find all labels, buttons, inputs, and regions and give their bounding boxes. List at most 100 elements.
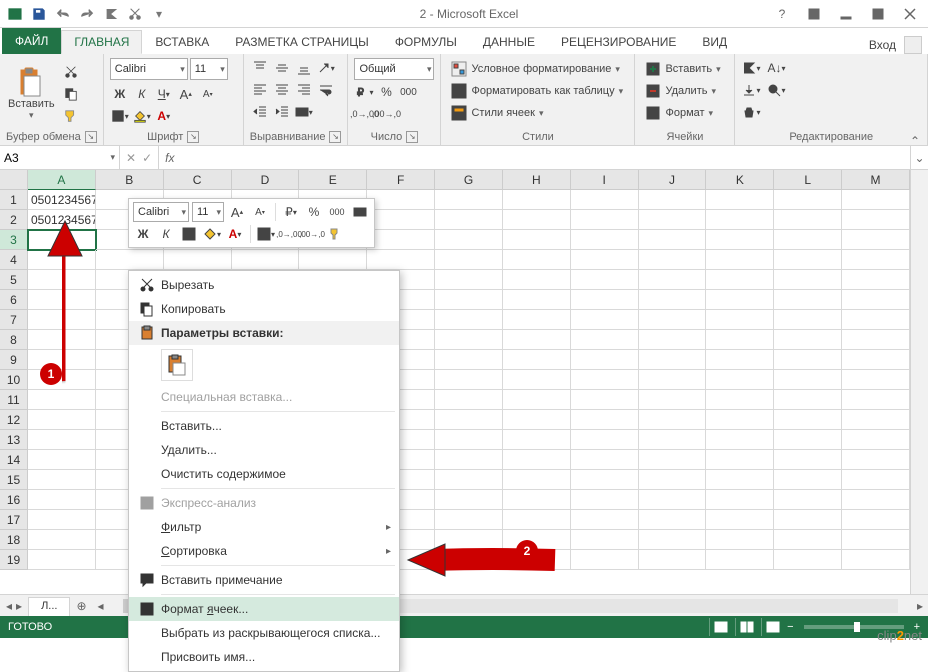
mini-border-button[interactable]: ▾ — [256, 224, 276, 244]
cell-H10[interactable] — [503, 370, 571, 390]
zoom-out-icon[interactable]: − — [787, 621, 793, 633]
alignment-launcher-icon[interactable]: ↘ — [329, 131, 341, 143]
cell-G11[interactable] — [435, 390, 503, 410]
cell-J13[interactable] — [639, 430, 707, 450]
cell-H16[interactable] — [503, 490, 571, 510]
ctx-sort[interactable]: Сортировка ▸ — [129, 539, 399, 563]
cell-K7[interactable] — [706, 310, 774, 330]
cell-B4[interactable] — [96, 250, 164, 270]
row-header-11[interactable]: 11 — [0, 390, 28, 410]
hscroll-left-icon[interactable]: ◂ — [93, 598, 109, 614]
ctx-delete[interactable]: Удалить... — [129, 438, 399, 462]
cell-A4[interactable] — [28, 250, 96, 270]
column-header-K[interactable]: K — [706, 170, 774, 190]
page-break-view-icon[interactable] — [761, 618, 783, 636]
cell-A6[interactable] — [28, 290, 96, 310]
cell-G4[interactable] — [435, 250, 503, 270]
row-header-15[interactable]: 15 — [0, 470, 28, 490]
cell-M14[interactable] — [842, 450, 910, 470]
cell-H14[interactable] — [503, 450, 571, 470]
cell-K13[interactable] — [706, 430, 774, 450]
tab-view[interactable]: ВИД — [689, 30, 740, 54]
row-header-13[interactable]: 13 — [0, 430, 28, 450]
mini-merge-button[interactable] — [350, 202, 370, 222]
row-header-7[interactable]: 7 — [0, 310, 28, 330]
cell-J9[interactable] — [639, 350, 707, 370]
cell-G1[interactable] — [435, 190, 503, 210]
close-icon[interactable] — [896, 3, 924, 25]
cell-K9[interactable] — [706, 350, 774, 370]
cell-J17[interactable] — [639, 510, 707, 530]
cell-I9[interactable] — [571, 350, 639, 370]
align-middle-button[interactable] — [272, 58, 292, 78]
mini-percent-button[interactable]: % — [304, 202, 324, 222]
cell-K12[interactable] — [706, 410, 774, 430]
collapse-ribbon-icon[interactable]: ⌃ — [906, 132, 924, 150]
cell-K19[interactable] — [706, 550, 774, 570]
number-launcher-icon[interactable]: ↘ — [406, 131, 418, 143]
cell-A7[interactable] — [28, 310, 96, 330]
help-icon[interactable]: ? — [768, 3, 796, 25]
cell-J8[interactable] — [639, 330, 707, 350]
select-all-corner[interactable] — [0, 170, 28, 190]
cell-L14[interactable] — [774, 450, 842, 470]
row-header-3[interactable]: 3 — [0, 230, 28, 250]
qat-customize-icon[interactable]: ▾ — [148, 3, 170, 25]
page-layout-view-icon[interactable] — [735, 618, 757, 636]
cell-L18[interactable] — [774, 530, 842, 550]
cell-H6[interactable] — [503, 290, 571, 310]
cell-A1[interactable]: 0501234567 — [28, 190, 96, 210]
cell-I5[interactable] — [571, 270, 639, 290]
font-color-button[interactable]: A▾ — [154, 106, 174, 126]
mini-comma-button[interactable]: 000 — [327, 202, 347, 222]
format-cells-button[interactable]: Формат▾ — [641, 102, 728, 124]
sheet-nav-last-icon[interactable]: ▸ — [16, 599, 22, 613]
row-header-19[interactable]: 19 — [0, 550, 28, 570]
row-header-2[interactable]: 2 — [0, 210, 28, 230]
cell-H9[interactable] — [503, 350, 571, 370]
cell-I17[interactable] — [571, 510, 639, 530]
tab-formulas[interactable]: ФОРМУЛЫ — [382, 30, 470, 54]
cell-H1[interactable] — [503, 190, 571, 210]
cell-G13[interactable] — [435, 430, 503, 450]
italic-button[interactable]: К — [132, 84, 152, 104]
cell-J16[interactable] — [639, 490, 707, 510]
align-bottom-button[interactable] — [294, 58, 314, 78]
cell-J4[interactable] — [639, 250, 707, 270]
vertical-scrollbar[interactable] — [910, 170, 928, 594]
ctx-filter[interactable]: Фильтр ▸ — [129, 515, 399, 539]
mini-format-painter-button[interactable] — [325, 224, 345, 244]
cell-J10[interactable] — [639, 370, 707, 390]
ctx-paste-option-button[interactable] — [161, 349, 193, 381]
column-header-G[interactable]: G — [435, 170, 503, 190]
cut-button[interactable] — [61, 62, 81, 82]
sort-filter-button[interactable]: A↓▾ — [763, 58, 789, 78]
mini-font-color-button[interactable]: A▾ — [225, 224, 245, 244]
cell-G7[interactable] — [435, 310, 503, 330]
maximize-icon[interactable] — [864, 3, 892, 25]
orientation-button[interactable]: ▾ — [316, 58, 336, 78]
conditional-format-button[interactable]: Условное форматирование▾ — [447, 58, 628, 80]
cell-L3[interactable] — [774, 230, 842, 250]
cell-M15[interactable] — [842, 470, 910, 490]
align-left-button[interactable] — [250, 80, 270, 100]
cell-M18[interactable] — [842, 530, 910, 550]
cell-G17[interactable] — [435, 510, 503, 530]
cell-H5[interactable] — [503, 270, 571, 290]
font-launcher-icon[interactable]: ↘ — [187, 131, 199, 143]
column-header-H[interactable]: H — [503, 170, 571, 190]
cell-L11[interactable] — [774, 390, 842, 410]
cancel-formula-icon[interactable]: ✕ — [126, 151, 136, 165]
cell-H8[interactable] — [503, 330, 571, 350]
cell-H18[interactable] — [503, 530, 571, 550]
row-header-14[interactable]: 14 — [0, 450, 28, 470]
cell-L12[interactable] — [774, 410, 842, 430]
cell-K1[interactable] — [706, 190, 774, 210]
tab-data[interactable]: ДАННЫЕ — [470, 30, 548, 54]
cell-M11[interactable] — [842, 390, 910, 410]
cell-A9[interactable] — [28, 350, 96, 370]
tab-review[interactable]: РЕЦЕНЗИРОВАНИЕ — [548, 30, 689, 54]
formula-input[interactable] — [180, 146, 910, 169]
cell-I13[interactable] — [571, 430, 639, 450]
cell-M1[interactable] — [842, 190, 910, 210]
